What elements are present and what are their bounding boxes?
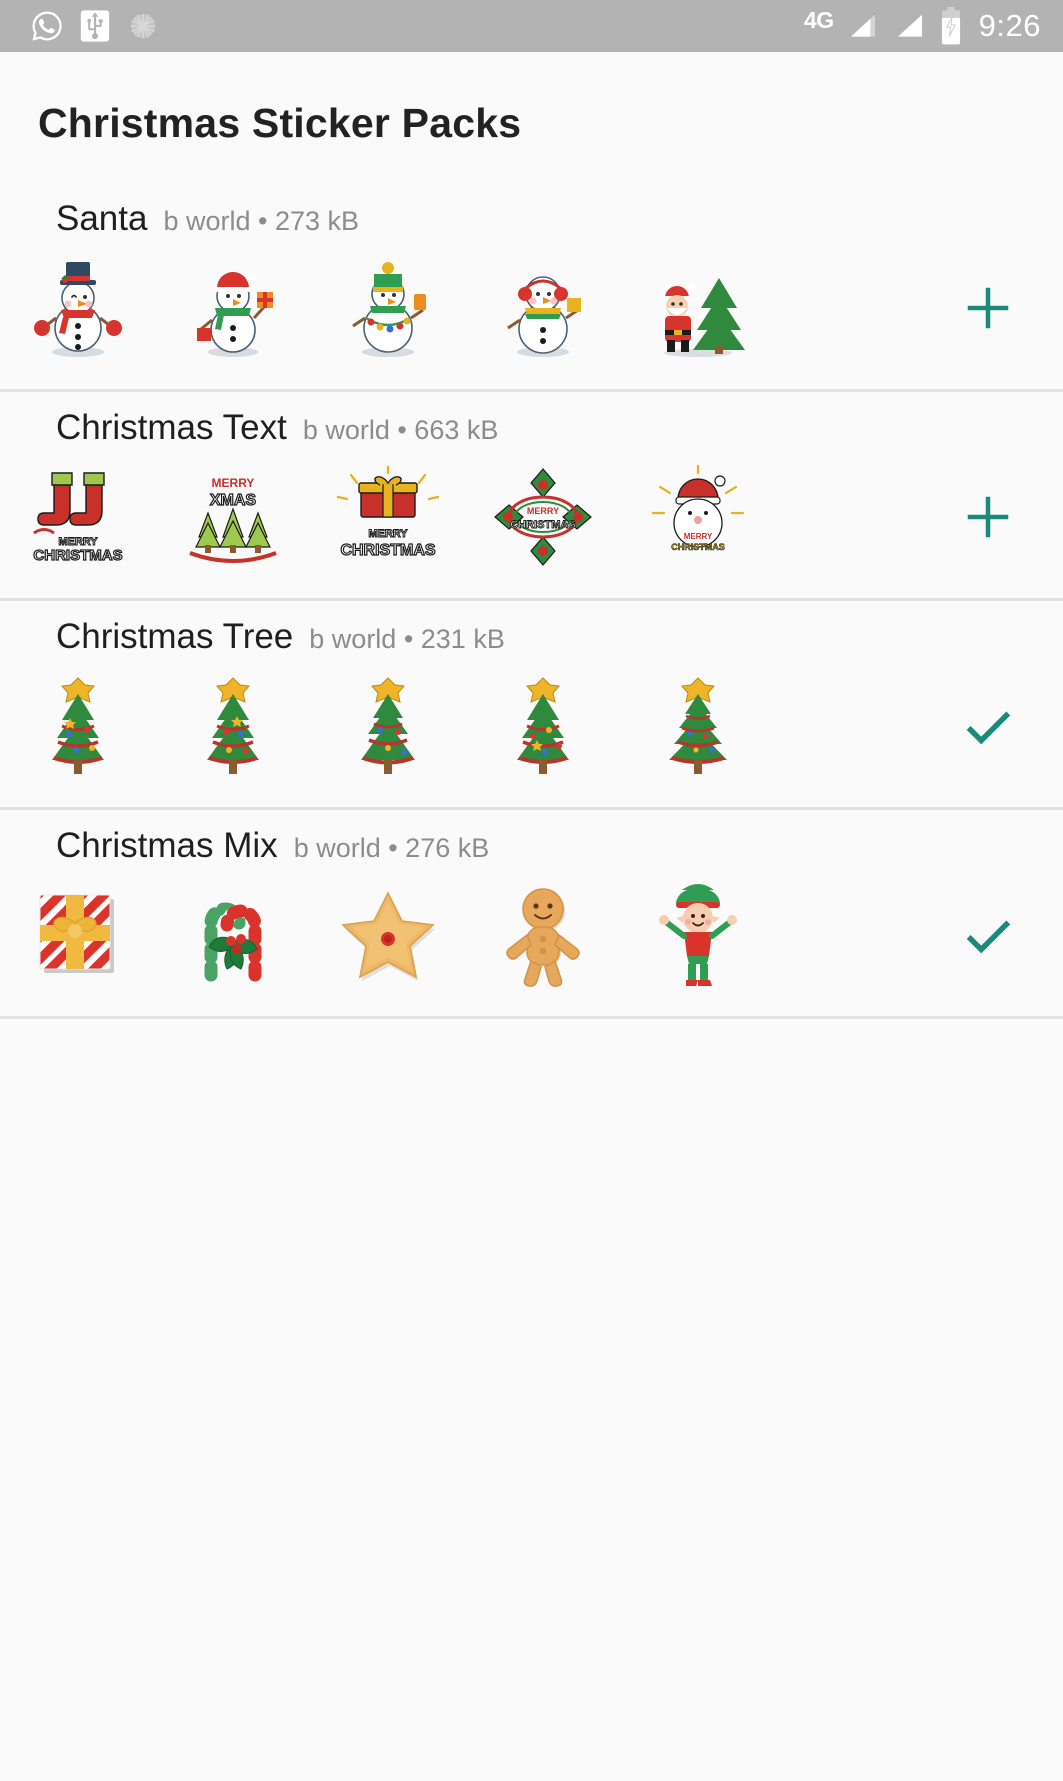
page-title: Christmas Sticker Packs — [38, 100, 522, 146]
pack-title: Santa — [56, 199, 148, 238]
svg-text:CHRISTMAS: CHRISTMAS — [340, 542, 435, 559]
sticker-xmas-tree-1[interactable] — [0, 671, 155, 781]
sticker-xmas-tree-2[interactable] — [155, 671, 310, 781]
pack-body: MERRY CHRISTMAS MERRY XMAS MERRY CHRISTM… — [0, 448, 1063, 572]
sticker-elf[interactable] — [620, 880, 775, 990]
sticker-pack-row[interactable]: Christmas Tree b world • 231 kB — [0, 601, 1063, 810]
whatsapp-icon — [30, 9, 64, 43]
sticker-stockings-merry-christmas[interactable]: MERRY CHRISTMAS — [0, 462, 155, 572]
sticker-pack-list: Santa b world • 273 kB Christmas Text b … — [0, 183, 1063, 1019]
svg-text:MERRY: MERRY — [368, 528, 408, 540]
sticker-preview-strip — [0, 253, 913, 363]
svg-text:MERRY: MERRY — [683, 532, 712, 541]
svg-text:CHRISTMAS: CHRISTMAS — [671, 542, 725, 552]
pack-title: Christmas Mix — [56, 826, 278, 865]
pack-header: Santa b world • 273 kB — [0, 183, 1063, 239]
pack-header: Christmas Text b world • 663 kB — [0, 392, 1063, 448]
svg-text:MERRY: MERRY — [526, 506, 558, 516]
sticker-gift-merry-christmas[interactable]: MERRY CHRISTMAS — [310, 462, 465, 572]
status-bar-left-icons — [30, 9, 160, 43]
sticker-santa-merry-christmas[interactable]: MERRY CHRISTMAS — [620, 462, 775, 572]
svg-text:CHRISTMAS: CHRISTMAS — [33, 547, 122, 564]
sticker-snowman-earmuffs[interactable] — [465, 253, 620, 363]
pack-body — [0, 239, 1063, 363]
sticker-santa-tree[interactable] — [620, 253, 775, 363]
svg-text:MERRY: MERRY — [211, 476, 254, 490]
pack-added-check[interactable] — [913, 697, 1063, 755]
sticker-preview-strip: MERRY CHRISTMAS MERRY XMAS MERRY CHRISTM… — [0, 462, 913, 572]
status-bar: 4G 9:26 — [0, 0, 1063, 52]
sticker-pack-row[interactable]: Christmas Text b world • 663 kB MERRY CH… — [0, 392, 1063, 601]
network-type-label: 4G — [803, 6, 834, 33]
sticker-star-cookie[interactable] — [310, 880, 465, 990]
pack-meta: b world • 273 kB — [163, 206, 360, 236]
svg-text:CHRISTMAS: CHRISTMAS — [510, 519, 575, 531]
pack-title: Christmas Tree — [56, 617, 294, 656]
sticker-merry-xmas-trees[interactable]: MERRY XMAS — [155, 462, 310, 572]
sticker-merry-christmas-wreath[interactable]: MERRY CHRISTMAS — [465, 462, 620, 572]
sticker-candy-canes-holly[interactable] — [155, 880, 310, 990]
pack-title: Christmas Text — [56, 408, 287, 447]
check-icon — [966, 920, 1011, 954]
pack-meta: b world • 231 kB — [309, 624, 505, 654]
sticker-preview-strip — [0, 671, 913, 781]
pack-header: Christmas Mix b world • 276 kB — [0, 810, 1063, 866]
pack-added-check[interactable] — [913, 906, 1063, 964]
status-bar-clock: 9:26 — [978, 8, 1041, 43]
plus-icon — [967, 496, 1009, 538]
sticker-xmas-tree-3[interactable] — [310, 671, 465, 781]
dotted-circle-icon — [126, 9, 160, 43]
sticker-snowman-tophat[interactable] — [0, 253, 155, 363]
pack-meta: b world • 276 kB — [293, 833, 490, 863]
status-bar-right-icons: 4G 9:26 — [804, 7, 1041, 45]
sticker-preview-strip — [0, 880, 913, 990]
sticker-striped-gift-box[interactable] — [0, 880, 155, 990]
sticker-snowman-gift[interactable] — [155, 253, 310, 363]
sticker-pack-row[interactable]: Christmas Mix b world • 276 kB — [0, 810, 1063, 1019]
add-pack-button[interactable] — [913, 490, 1063, 544]
sticker-gingerbread-man[interactable] — [465, 880, 620, 990]
signal-bars-1-icon — [845, 10, 881, 42]
pack-header: Christmas Tree b world • 231 kB — [0, 601, 1063, 657]
signal-bars-2-icon — [892, 10, 928, 42]
sticker-pack-row[interactable]: Santa b world • 273 kB — [0, 183, 1063, 392]
plus-icon — [967, 287, 1009, 329]
sticker-xmas-tree-4[interactable] — [465, 671, 620, 781]
pack-body — [0, 866, 1063, 990]
usb-icon — [78, 9, 112, 43]
sticker-snowman-lights[interactable] — [310, 253, 465, 363]
sticker-xmas-tree-5[interactable] — [620, 671, 775, 781]
add-pack-button[interactable] — [913, 281, 1063, 335]
check-icon — [966, 711, 1011, 745]
pack-body — [0, 657, 1063, 781]
battery-charging-icon — [939, 7, 963, 45]
pack-meta: b world • 663 kB — [302, 415, 499, 445]
svg-text:XMAS: XMAS — [209, 492, 256, 509]
